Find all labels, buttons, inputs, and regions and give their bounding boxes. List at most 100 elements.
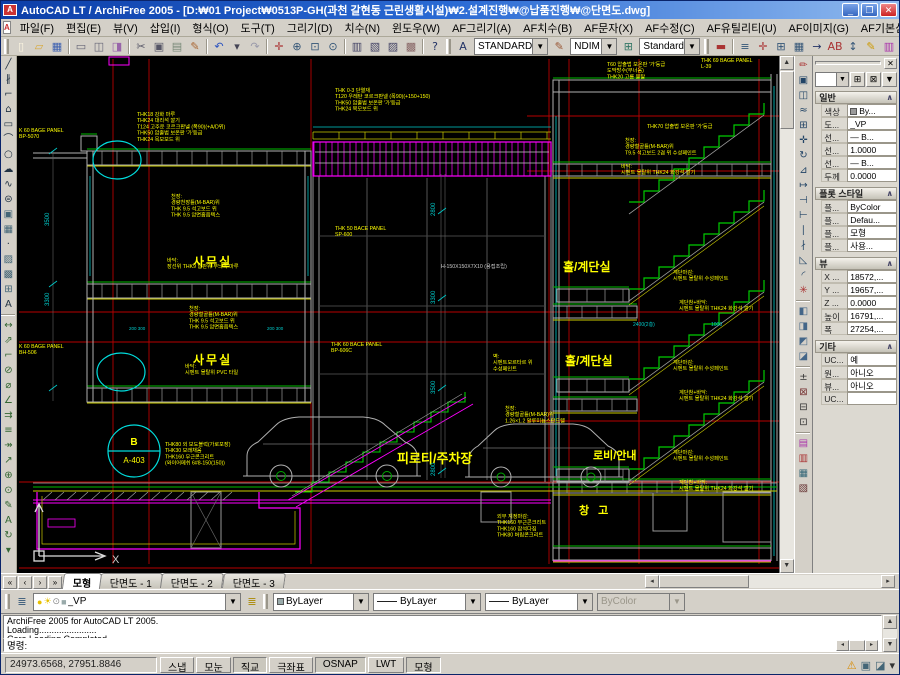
- af-grid-button[interactable]: ⊞: [772, 38, 790, 55]
- property-value[interactable]: 예: [847, 353, 897, 366]
- property-value[interactable]: 모형: [847, 226, 897, 239]
- undo-arrow-button[interactable]: ▾: [228, 38, 246, 55]
- af-center-button[interactable]: ✛: [754, 38, 772, 55]
- menu-item-뷰V[interactable]: 뷰(V): [107, 19, 144, 37]
- quick-select-button[interactable]: ⊞: [850, 72, 865, 87]
- dim-baseline-button[interactable]: ≡: [1, 423, 16, 438]
- palette-section-header[interactable]: 기타∧: [815, 340, 897, 353]
- erase-button[interactable]: ✏: [795, 58, 811, 73]
- redo-button[interactable]: ↷: [246, 38, 264, 55]
- ellipse-button[interactable]: ⊜: [1, 192, 16, 207]
- toggle-극좌표[interactable]: 극좌표: [269, 657, 313, 673]
- offset-button[interactable]: ≈: [795, 103, 811, 118]
- stretch-button[interactable]: ↦: [795, 178, 811, 193]
- property-value[interactable]: 0.0000: [847, 169, 897, 182]
- af-sort-button[interactable]: ↕: [844, 38, 862, 55]
- af-tool2-button[interactable]: ▥: [795, 451, 811, 466]
- dim-edit-button[interactable]: ✎: [1, 498, 16, 513]
- polygon-button[interactable]: ⌂: [1, 102, 16, 117]
- dim-style-button[interactable]: ▾: [1, 543, 16, 558]
- publish-button[interactable]: ◨: [108, 38, 126, 55]
- toolbar-grip[interactable]: [4, 39, 9, 54]
- af-tool1-button[interactable]: ▤: [795, 436, 811, 451]
- tab-nav-button-2[interactable]: ›: [33, 576, 47, 589]
- toolbar-grip[interactable]: [263, 594, 268, 609]
- menu-item-AF유틸리티U[interactable]: AF유틸리티(U): [701, 19, 783, 37]
- menu-item-AF수정C[interactable]: AF수정(C): [639, 19, 701, 37]
- layout-tab-모형[interactable]: 모형: [62, 573, 103, 589]
- region-button[interactable]: ▩: [1, 267, 16, 282]
- toggle-pickadd-button[interactable]: ▼: [882, 72, 897, 87]
- dim-radius-button[interactable]: ⊘: [1, 363, 16, 378]
- property-value[interactable]: 27254,...: [847, 322, 897, 335]
- block-edit-button[interactable]: ⊠: [795, 385, 811, 400]
- fillet-button[interactable]: ◜: [795, 268, 811, 283]
- dim-ordinate-button[interactable]: ⌐: [1, 348, 16, 363]
- draworder-back-button[interactable]: ◨: [795, 319, 811, 334]
- rectangle-button[interactable]: ▭: [1, 117, 16, 132]
- table-button[interactable]: ⊞: [1, 282, 16, 297]
- scroll-down-icon[interactable]: ▼: [883, 638, 897, 652]
- scroll-up-icon[interactable]: ▲: [780, 56, 794, 70]
- chevron-down-icon[interactable]: ▼: [225, 594, 240, 610]
- break-button[interactable]: ∤: [795, 238, 811, 253]
- scroll-left-icon[interactable]: ◂: [645, 575, 659, 588]
- menu-item-AF치수B[interactable]: AF치수(B): [517, 19, 578, 37]
- chevron-up-icon[interactable]: ∧: [886, 189, 893, 198]
- scrollbar-thumb[interactable]: [849, 640, 865, 651]
- draworder-above-button[interactable]: ◩: [795, 334, 811, 349]
- color-combo[interactable]: ByLayer ▼: [273, 593, 369, 611]
- pan-button[interactable]: ✛: [270, 38, 288, 55]
- layout-tab-단면도-1[interactable]: 단면도 - 1: [99, 573, 163, 588]
- text-style-combo[interactable]: STANDARD ▼: [474, 38, 548, 55]
- property-value[interactable]: Defau...: [847, 213, 897, 226]
- chevron-down-icon[interactable]: ▼: [601, 39, 616, 54]
- make-block-button[interactable]: ▦: [1, 222, 16, 237]
- scale-button[interactable]: ⊿: [795, 163, 811, 178]
- menu-item-형식O[interactable]: 형식(O): [186, 19, 234, 37]
- palette-section-header[interactable]: 플롯 스타일∧: [815, 187, 897, 200]
- scroll-right-icon[interactable]: ▸: [881, 575, 895, 588]
- scroll-up-icon[interactable]: ▲: [883, 615, 897, 629]
- circle-button[interactable]: ○: [1, 147, 16, 162]
- measure-button[interactable]: ⊟: [795, 400, 811, 415]
- zoom-previous-button[interactable]: ⊙: [324, 38, 342, 55]
- property-value[interactable]: — B...: [847, 130, 897, 143]
- chevron-down-icon[interactable]: ▼: [532, 39, 547, 54]
- dim-linear-button[interactable]: ↔: [1, 318, 16, 333]
- tab-nav-button-1[interactable]: ‹: [18, 576, 32, 589]
- close-button[interactable]: ✕: [880, 3, 897, 17]
- communication-center-icon[interactable]: ⚠: [847, 659, 857, 672]
- hatch-button[interactable]: ▨: [1, 252, 16, 267]
- center-mark-button[interactable]: ⊙: [1, 483, 16, 498]
- menu-item-AF문자X[interactable]: AF문자(X): [578, 19, 639, 37]
- property-value[interactable]: ByColor: [847, 200, 897, 213]
- menu-item-AF그리기A[interactable]: AF그리기(A): [446, 19, 517, 37]
- revision-button[interactable]: ⊡: [795, 415, 811, 430]
- af-tool3-button[interactable]: ▦: [795, 466, 811, 481]
- toggle-모형[interactable]: 모형: [406, 657, 440, 673]
- chevron-up-icon[interactable]: ∧: [886, 342, 893, 351]
- copy-button[interactable]: ▣: [150, 38, 168, 55]
- toolbar-grip[interactable]: [446, 39, 451, 54]
- construction-line-button[interactable]: ∦: [1, 72, 16, 87]
- chevron-down-icon[interactable]: ▼: [465, 594, 480, 610]
- layout-tab-단면도-3[interactable]: 단면도 - 3: [221, 573, 285, 588]
- array-button[interactable]: ⊞: [795, 118, 811, 133]
- af-block-button[interactable]: ▥: [880, 38, 898, 55]
- property-value[interactable]: 18572,...: [847, 270, 897, 283]
- chevron-down-icon[interactable]: ▼: [684, 39, 699, 54]
- zoom-realtime-button[interactable]: ⊕: [288, 38, 306, 55]
- toolbar-grip[interactable]: [704, 39, 709, 54]
- menu-item-AF기본심볼L[interactable]: AF기본심볼(L): [855, 19, 900, 37]
- dim-aligned-button[interactable]: ⇗: [1, 333, 16, 348]
- markup-button[interactable]: ▩: [402, 38, 420, 55]
- chevron-up-icon[interactable]: ∧: [886, 93, 893, 102]
- dim-continue-button[interactable]: ↠: [1, 438, 16, 453]
- explode-button[interactable]: ✳: [795, 283, 811, 298]
- palette-section-header[interactable]: 뷰∧: [815, 257, 897, 270]
- property-value[interactable]: 아니오: [847, 379, 897, 392]
- chamfer-button[interactable]: ◺: [795, 253, 811, 268]
- af-text-button[interactable]: AB: [826, 38, 844, 55]
- clean-screen-icon[interactable]: ◪: [875, 659, 885, 672]
